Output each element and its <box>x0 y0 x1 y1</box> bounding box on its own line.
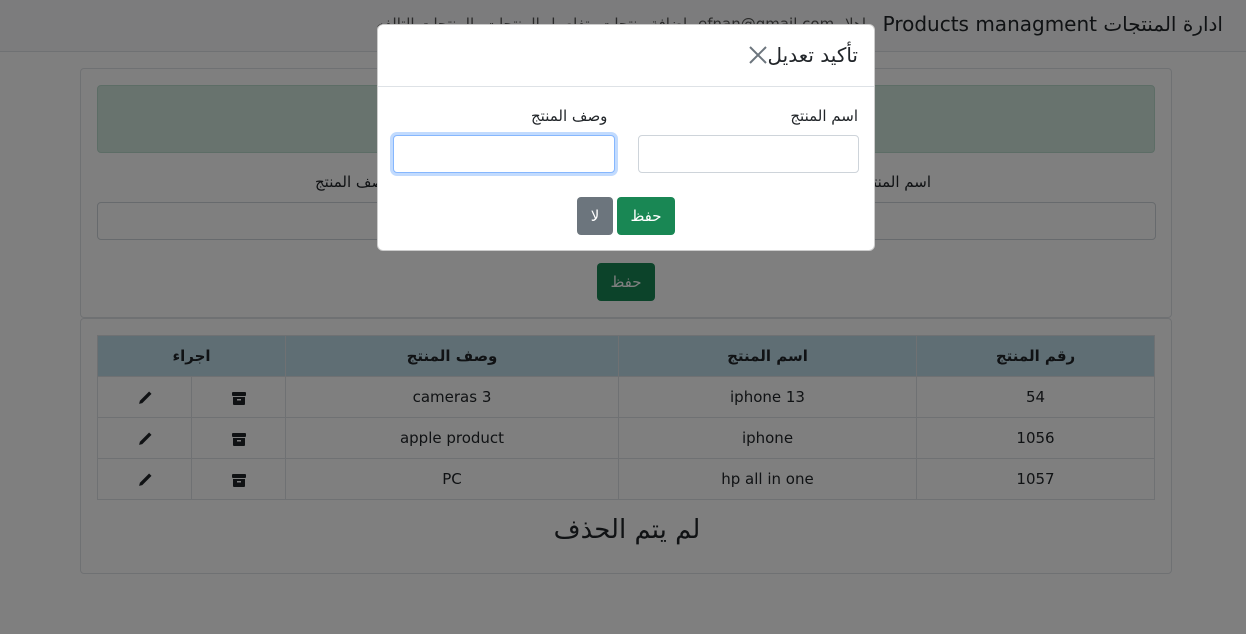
modal-product-desc-label: وصف المنتج <box>531 107 608 125</box>
cancel-button[interactable]: لا <box>577 197 613 235</box>
modal-product-name-input[interactable] <box>638 135 859 173</box>
modal-save-button[interactable]: حفظ <box>617 197 675 235</box>
edit-confirm-modal: تأكيد تعديل اسم المنتج وصف المنتج لا حفظ <box>377 24 875 251</box>
modal-header: تأكيد تعديل <box>378 25 874 87</box>
modal-product-desc-input[interactable] <box>393 135 615 173</box>
modal-title: تأكيد تعديل <box>767 43 859 67</box>
close-icon[interactable] <box>746 43 770 67</box>
modal-product-name-label: اسم المنتج <box>790 107 858 125</box>
